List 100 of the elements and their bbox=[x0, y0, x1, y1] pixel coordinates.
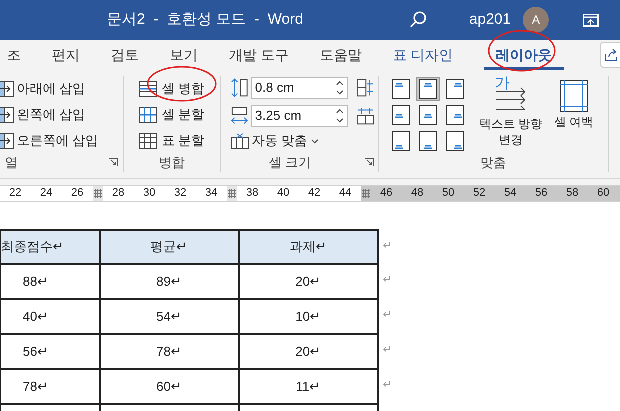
dialog-launcher-icon[interactable] bbox=[109, 158, 118, 167]
ruler-number: 60 bbox=[588, 186, 619, 201]
ruler-number: 58 bbox=[557, 186, 588, 201]
ruler-number: 50 bbox=[433, 186, 464, 201]
column-width-icon bbox=[231, 106, 248, 126]
window-title: 문서2 - 호환성 모드 - Word bbox=[107, 10, 304, 30]
cell-margins-icon bbox=[560, 80, 588, 112]
table-cell: 40↵ bbox=[0, 299, 100, 334]
ruler-number: 24 bbox=[39, 186, 54, 201]
table-cell: 11↵ bbox=[238, 369, 378, 404]
user-name: ap201 bbox=[469, 10, 512, 30]
highlight-circle bbox=[487, 28, 557, 74]
ruler-number: 28 bbox=[111, 186, 126, 201]
column-marker[interactable] bbox=[361, 186, 371, 201]
autofit-icon bbox=[231, 133, 249, 149]
group-label: 열 bbox=[5, 154, 18, 172]
ruler-number: 56 bbox=[526, 186, 557, 201]
share-button[interactable] bbox=[600, 42, 620, 68]
dropdown-caret-icon bbox=[310, 138, 319, 144]
end-of-row-mark: ↵ bbox=[383, 273, 392, 288]
ribbon-tab[interactable]: 개발 도구 bbox=[229, 43, 289, 70]
ruler-number: 22 bbox=[8, 186, 23, 201]
align-button[interactable] bbox=[416, 77, 440, 101]
table-header-cell: 최종점수↵ bbox=[0, 230, 100, 264]
table-cell: 20↵ bbox=[238, 334, 378, 369]
ribbon-command[interactable]: 아래에 삽입 bbox=[0, 78, 123, 99]
align-button[interactable] bbox=[389, 129, 413, 153]
ribbon-command[interactable]: 표 분할 bbox=[139, 130, 220, 151]
align-button[interactable] bbox=[443, 103, 467, 127]
column-marker[interactable] bbox=[93, 186, 103, 201]
end-of-row-mark: ↵ bbox=[383, 308, 392, 324]
ruler-number: 30 bbox=[142, 186, 157, 201]
cell-margins-button[interactable]: 셀 여백 bbox=[549, 76, 599, 130]
ruler-number: 38 bbox=[245, 186, 260, 201]
cell-alignment-icon bbox=[419, 79, 437, 99]
table-header-cell: 과제↵ bbox=[238, 230, 378, 264]
table-cell: 20↵ bbox=[238, 264, 378, 299]
table-cell: 54↵ bbox=[100, 299, 239, 334]
align-button[interactable] bbox=[443, 129, 467, 153]
cell-alignment-icon bbox=[446, 131, 464, 151]
table-cell: 89↵ bbox=[100, 264, 239, 299]
spinner-icon[interactable] bbox=[336, 79, 344, 97]
end-of-row-mark: ↵ bbox=[383, 378, 392, 394]
autofit-button[interactable]: 자동 맞춤 bbox=[231, 130, 374, 152]
ruler-number: 42 bbox=[307, 186, 322, 201]
group-label: 맞춤 bbox=[480, 154, 506, 172]
table-cell: 56↵ bbox=[0, 334, 100, 369]
user-avatar[interactable]: A bbox=[523, 7, 550, 33]
width-field[interactable]: 3.25 cm bbox=[251, 105, 348, 127]
group-label: 셀 크기 bbox=[269, 154, 312, 172]
ribbon-display-icon[interactable] bbox=[583, 14, 600, 26]
column-marker[interactable] bbox=[227, 186, 237, 201]
ruler-number: 40 bbox=[276, 186, 291, 201]
table-cell: 78↵ bbox=[0, 369, 100, 404]
cell-alignment-icon bbox=[392, 105, 410, 125]
align-button[interactable] bbox=[416, 129, 440, 153]
ribbon-tab[interactable]: 편지 bbox=[52, 43, 80, 70]
ribbon-tab[interactable]: 보기 bbox=[170, 43, 198, 70]
cell-alignment-icon bbox=[419, 105, 437, 125]
table-cell: 10↵ bbox=[238, 299, 378, 334]
cell-alignment-icon bbox=[446, 79, 464, 99]
cell-alignment-icon bbox=[419, 131, 437, 151]
distribute-columns-icon[interactable] bbox=[356, 107, 374, 125]
table-cell: 88↵ bbox=[0, 264, 100, 299]
ruler-number: 44 bbox=[338, 186, 353, 201]
text-direction-button[interactable]: 가 텍스트 방향 변경 bbox=[473, 76, 549, 148]
end-of-row-mark: ↵ bbox=[383, 238, 392, 254]
ruler-number: 26 bbox=[70, 186, 85, 201]
search-icon[interactable] bbox=[409, 11, 428, 29]
ribbon-command[interactable]: 셀 병합 bbox=[139, 78, 220, 99]
ribbon-tab[interactable]: 검토 bbox=[111, 43, 139, 70]
spinner-icon[interactable] bbox=[336, 107, 344, 125]
table-grid-icon bbox=[139, 132, 157, 148]
cell-alignment-icon bbox=[392, 131, 410, 151]
table-grid-icon bbox=[139, 80, 157, 96]
ribbon-tab[interactable]: 표 디자인 bbox=[392, 43, 453, 70]
align-button[interactable] bbox=[389, 77, 413, 101]
ruler-number: 54 bbox=[495, 186, 526, 201]
ribbon-command[interactable]: 오른쪽에 삽입 bbox=[0, 130, 123, 151]
ruler-number: 48 bbox=[402, 186, 433, 201]
height-field[interactable]: 0.8 cm bbox=[251, 77, 348, 99]
table-cell: 60↵ bbox=[100, 369, 239, 404]
align-button[interactable] bbox=[416, 103, 440, 127]
table-grid-icon bbox=[139, 106, 157, 122]
dialog-launcher-icon[interactable] bbox=[365, 158, 374, 167]
ruler-number: 34 bbox=[204, 186, 219, 201]
ruler-number: 32 bbox=[173, 186, 188, 201]
ribbon-tab[interactable]: 도움말 bbox=[320, 43, 362, 70]
align-button[interactable] bbox=[389, 103, 413, 127]
ribbon-tab[interactable]: 조 bbox=[7, 43, 21, 70]
highlight-circle bbox=[146, 65, 218, 103]
align-button[interactable] bbox=[443, 77, 467, 101]
ruler-number: 52 bbox=[464, 186, 495, 201]
ribbon-command[interactable]: 왼쪽에 삽입 bbox=[0, 104, 123, 125]
end-of-row-mark: ↵ bbox=[383, 343, 392, 358]
table-header-cell: 평균↵ bbox=[100, 230, 239, 264]
distribute-rows-icon[interactable] bbox=[356, 79, 374, 97]
share-icon bbox=[605, 48, 619, 62]
cell-alignment-icon bbox=[446, 105, 464, 125]
ribbon-command[interactable]: 셀 분할 bbox=[139, 104, 220, 125]
